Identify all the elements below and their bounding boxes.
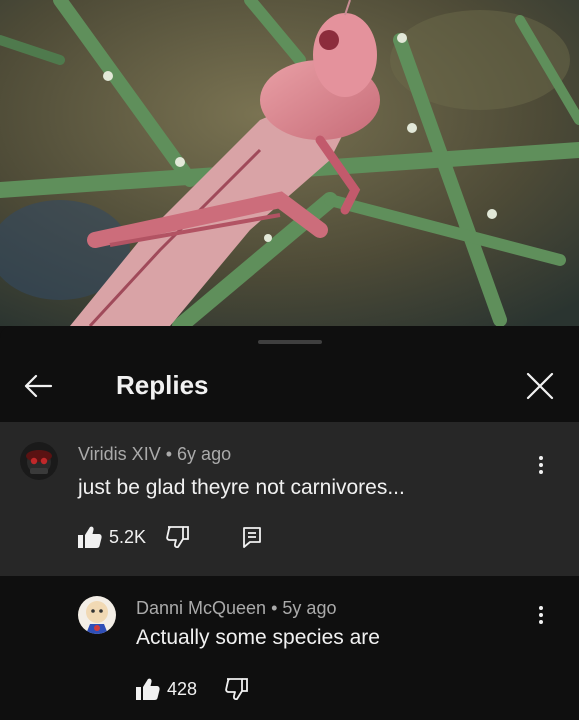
more-vertical-icon-dot (539, 613, 543, 617)
like-count: 428 (167, 678, 198, 699)
dislike-button[interactable] (166, 526, 190, 548)
avatar-image (20, 442, 58, 480)
comment-reply-icon (243, 527, 261, 548)
more-vertical-icon-dot (539, 470, 543, 474)
more-vertical-icon-dot (539, 620, 543, 624)
comment-text: Actually some species are (136, 626, 380, 649)
dislike-button[interactable] (225, 678, 249, 700)
avatar[interactable] (78, 596, 116, 634)
more-vertical-icon (539, 606, 543, 610)
drag-handle[interactable] (258, 340, 322, 344)
like-count: 5.2K (109, 526, 147, 547)
meta-separator: • (165, 444, 173, 464)
arrow-left-icon (24, 374, 53, 398)
comment-actions: 428 (136, 678, 249, 700)
thumbs-down-icon (166, 526, 189, 548)
avatar-image (78, 596, 116, 634)
page-title: Replies (116, 370, 209, 400)
comment-age: 5y ago (282, 598, 337, 618)
close-icon (526, 372, 554, 400)
video-frame-image (0, 0, 579, 326)
close-button[interactable] (520, 366, 560, 406)
more-vertical-icon (539, 456, 543, 460)
more-options-button[interactable] (529, 600, 553, 630)
like-button[interactable]: 428 (136, 678, 197, 700)
more-vertical-icon-dot (539, 463, 543, 467)
comment-text: just be glad theyre not carnivores... (78, 476, 405, 499)
comment-actions: 5.2K (78, 526, 262, 548)
parent-comment: Viridis XIV • 6y ago just be glad theyre… (0, 422, 579, 576)
reply-button[interactable] (242, 526, 262, 548)
comment-author[interactable]: Viridis XIV (78, 444, 161, 464)
avatar[interactable] (20, 442, 58, 480)
thumbs-up-icon (136, 678, 160, 700)
like-button[interactable]: 5.2K (78, 526, 146, 548)
video-player[interactable] (0, 0, 579, 326)
comment-meta: Viridis XIV • 6y ago (78, 444, 231, 465)
replies-header: Replies (0, 352, 579, 422)
more-options-button[interactable] (529, 450, 553, 480)
comment-author[interactable]: Danni McQueen (136, 598, 266, 618)
meta-separator: • (271, 598, 278, 618)
comment-meta: Danni McQueen • 5y ago (136, 598, 336, 619)
reply-comment: Danni McQueen • 5y ago Actually some spe… (0, 576, 579, 720)
comment-age: 6y ago (177, 444, 232, 464)
thumbs-down-icon (225, 678, 248, 700)
back-button[interactable] (18, 366, 58, 406)
thumbs-up-icon (78, 526, 102, 548)
